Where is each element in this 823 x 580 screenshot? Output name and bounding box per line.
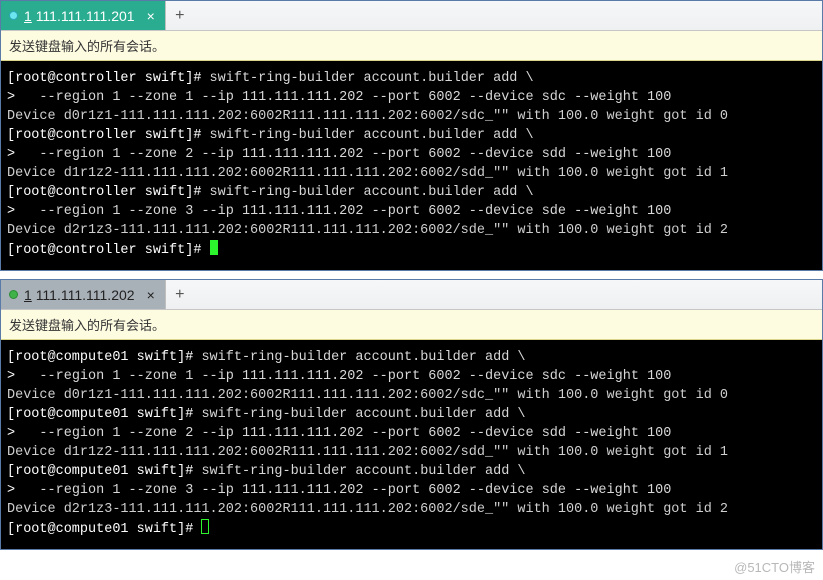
cmd: swift-ring-builder account.builder add \ xyxy=(210,185,534,200)
add-tab-button[interactable]: + xyxy=(166,1,194,30)
cmd: --region 1 --zone 1 --ip 111.111.111.202… xyxy=(23,90,671,105)
add-tab-button[interactable]: + xyxy=(166,280,194,309)
cmd: --region 1 --zone 3 --ip 111.111.111.202… xyxy=(23,204,671,219)
output: Device d1r1z2-111.111.111.202:6002R111.1… xyxy=(7,445,728,460)
output: Device d2r1z3-111.111.111.202:6002R111.1… xyxy=(7,223,728,238)
prompt: [root@compute01 swift]# xyxy=(7,350,193,365)
cmd: --region 1 --zone 2 --ip 111.111.111.202… xyxy=(23,147,671,162)
continuation: > xyxy=(7,147,15,162)
broadcast-hint: 发送键盘输入的所有会话。 xyxy=(1,310,822,340)
output: Device d2r1z3-111.111.111.202:6002R111.1… xyxy=(7,502,728,517)
status-dot-icon xyxy=(9,11,18,20)
broadcast-hint: 发送键盘输入的所有会话。 xyxy=(1,31,822,61)
tab-host: 111.111.111.202 xyxy=(36,287,135,303)
continuation: > xyxy=(7,204,15,219)
prompt: [root@controller swift]# xyxy=(7,71,201,86)
tab-label: 1 111.111.111.202 xyxy=(24,287,135,303)
tab-index: 1 xyxy=(24,8,32,24)
watermark: @51CTO博客 xyxy=(734,557,815,576)
close-icon[interactable]: × xyxy=(147,288,155,302)
terminal-output[interactable]: [root@compute01 swift]# swift-ring-build… xyxy=(1,340,822,549)
tab-strip: 1 111.111.111.202 × + xyxy=(1,280,822,310)
tab-label: 1 111.111.111.201 xyxy=(24,8,135,24)
prompt: [root@controller swift]# xyxy=(7,243,201,258)
tab-host: 111.111.111.201 xyxy=(36,8,135,24)
prompt: [root@controller swift]# xyxy=(7,128,201,143)
tab-host-201[interactable]: 1 111.111.111.201 × xyxy=(1,1,166,30)
tab-host-202[interactable]: 1 111.111.111.202 × xyxy=(1,280,166,309)
output: Device d1r1z2-111.111.111.202:6002R111.1… xyxy=(7,166,728,181)
continuation: > xyxy=(7,426,15,441)
cursor-icon xyxy=(210,240,218,255)
tab-index: 1 xyxy=(24,287,32,303)
continuation: > xyxy=(7,90,15,105)
cursor-icon xyxy=(201,519,209,534)
status-dot-icon xyxy=(9,290,18,299)
prompt: [root@compute01 swift]# xyxy=(7,522,193,537)
prompt: [root@compute01 swift]# xyxy=(7,407,193,422)
prompt: [root@controller swift]# xyxy=(7,185,201,200)
output: Device d0r1z1-111.111.111.202:6002R111.1… xyxy=(7,109,728,124)
terminal-session-1: 1 111.111.111.201 × + 发送键盘输入的所有会话。 [root… xyxy=(0,0,823,271)
close-icon[interactable]: × xyxy=(147,9,155,23)
tab-strip: 1 111.111.111.201 × + xyxy=(1,1,822,31)
terminal-session-2: 1 111.111.111.202 × + 发送键盘输入的所有会话。 [root… xyxy=(0,279,823,550)
cmd: swift-ring-builder account.builder add \ xyxy=(210,71,534,86)
prompt: [root@compute01 swift]# xyxy=(7,464,193,479)
cmd: swift-ring-builder account.builder add \ xyxy=(201,407,525,422)
continuation: > xyxy=(7,483,15,498)
cmd: --region 1 --zone 1 --ip 111.111.111.202… xyxy=(23,369,671,384)
cmd: swift-ring-builder account.builder add \ xyxy=(201,464,525,479)
cmd: --region 1 --zone 3 --ip 111.111.111.202… xyxy=(23,483,671,498)
cmd: swift-ring-builder account.builder add \ xyxy=(201,350,525,365)
cmd: swift-ring-builder account.builder add \ xyxy=(210,128,534,143)
output: Device d0r1z1-111.111.111.202:6002R111.1… xyxy=(7,388,728,403)
terminal-output[interactable]: [root@controller swift]# swift-ring-buil… xyxy=(1,61,822,270)
cmd: --region 1 --zone 2 --ip 111.111.111.202… xyxy=(23,426,671,441)
continuation: > xyxy=(7,369,15,384)
